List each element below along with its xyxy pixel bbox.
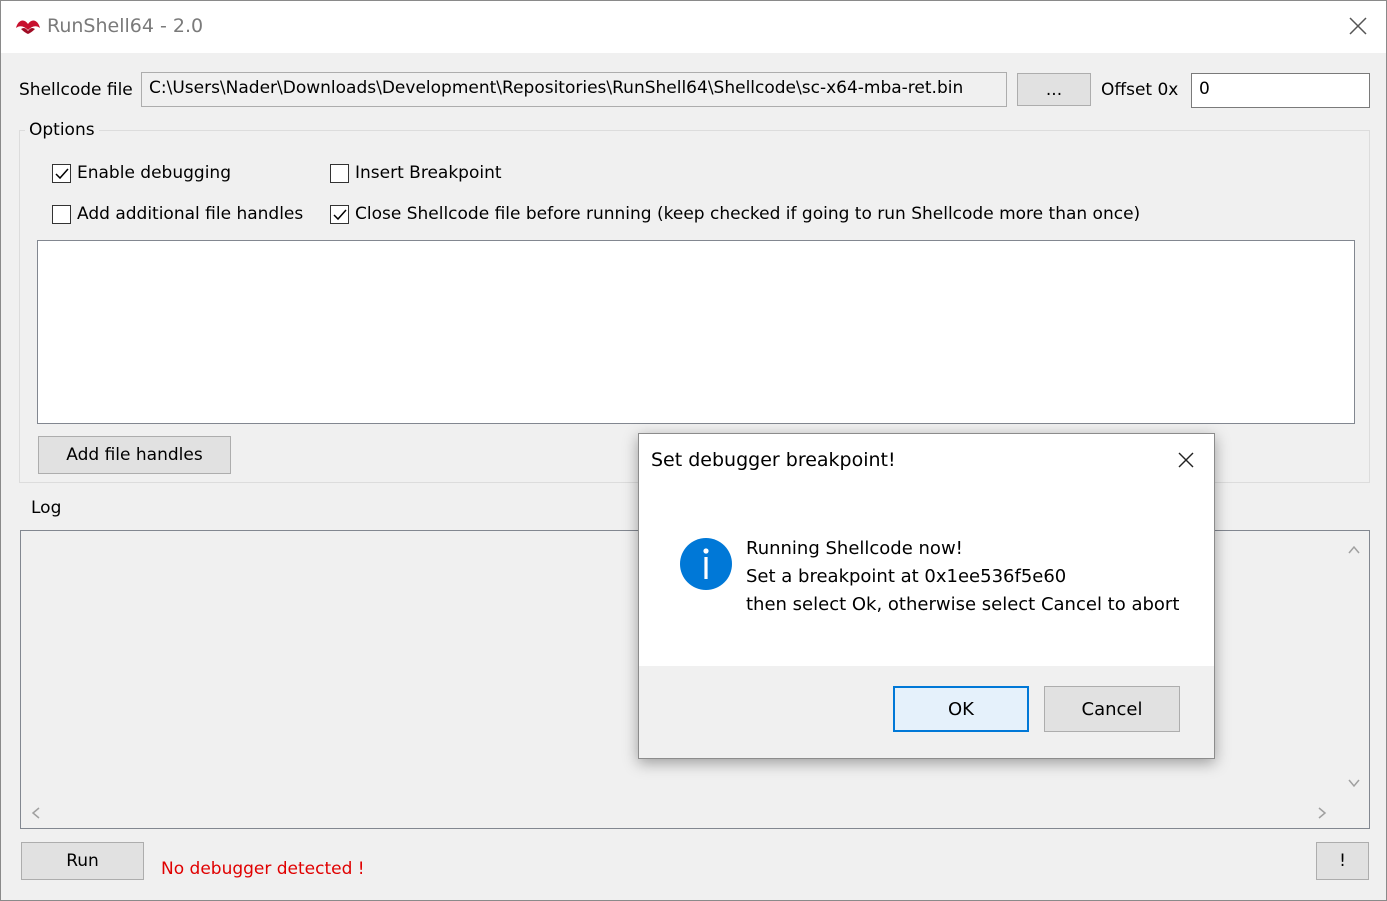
- dialog-message-line: Set a breakpoint at 0x1ee536f5e60: [746, 566, 1067, 587]
- runshell-logo-icon: [16, 20, 40, 34]
- scroll-right-icon[interactable]: [1315, 806, 1329, 820]
- add-file-handles-checkbox[interactable]: Add additional file handles: [52, 204, 303, 224]
- scroll-up-icon[interactable]: [1347, 543, 1361, 557]
- close-icon[interactable]: [1176, 450, 1196, 470]
- checkbox-box: [52, 163, 71, 183]
- title-bar: RunShell64 - 2.0: [1, 1, 1386, 53]
- close-shellcode-checkbox[interactable]: Close Shellcode file before running (kee…: [330, 204, 1140, 224]
- checkbox-label: Enable debugging: [77, 163, 231, 183]
- checkbox-box: [330, 163, 349, 183]
- breakpoint-dialog: Set debugger breakpoint! Running Shellco…: [638, 433, 1215, 759]
- log-label: Log: [31, 498, 62, 518]
- file-handles-list[interactable]: [37, 240, 1355, 424]
- dialog-button-bar: OK Cancel: [639, 666, 1214, 758]
- dialog-message-line: Running Shellcode now!: [746, 538, 963, 559]
- scroll-down-icon[interactable]: [1347, 776, 1361, 790]
- checkmark-icon: [55, 168, 69, 179]
- checkmark-icon: [333, 209, 347, 220]
- checkbox-label: Insert Breakpoint: [355, 163, 502, 183]
- info-icon: [680, 538, 732, 590]
- checkbox-box: [330, 204, 349, 224]
- add-file-handles-button[interactable]: Add file handles: [38, 436, 231, 474]
- scroll-left-icon[interactable]: [29, 806, 43, 820]
- checkbox-label: Close Shellcode file before running (kee…: [355, 204, 1141, 224]
- close-icon[interactable]: [1346, 14, 1370, 38]
- window-title: RunShell64 - 2.0: [47, 15, 204, 37]
- enable-debugging-checkbox[interactable]: Enable debugging: [52, 163, 231, 183]
- browse-button[interactable]: ...: [1017, 73, 1091, 106]
- run-button[interactable]: Run: [21, 842, 144, 880]
- offset-input[interactable]: 0: [1191, 73, 1370, 108]
- debugger-status-text: No debugger detected !: [161, 859, 365, 879]
- insert-breakpoint-checkbox[interactable]: Insert Breakpoint: [330, 163, 502, 183]
- shellcode-path-field[interactable]: C:\Users\Nader\Downloads\Development\Rep…: [141, 72, 1007, 107]
- dialog-message-line: then select Ok, otherwise select Cancel …: [746, 594, 1180, 615]
- ok-button[interactable]: OK: [893, 686, 1029, 732]
- about-button[interactable]: !: [1316, 842, 1369, 880]
- checkbox-box: [52, 204, 71, 224]
- shellcode-file-label: Shellcode file: [19, 80, 133, 100]
- cancel-button[interactable]: Cancel: [1044, 686, 1180, 732]
- dialog-title: Set debugger breakpoint!: [651, 449, 896, 471]
- checkbox-label: Add additional file handles: [77, 204, 304, 224]
- offset-label: Offset 0x: [1101, 80, 1179, 100]
- options-group-title: Options: [25, 120, 99, 140]
